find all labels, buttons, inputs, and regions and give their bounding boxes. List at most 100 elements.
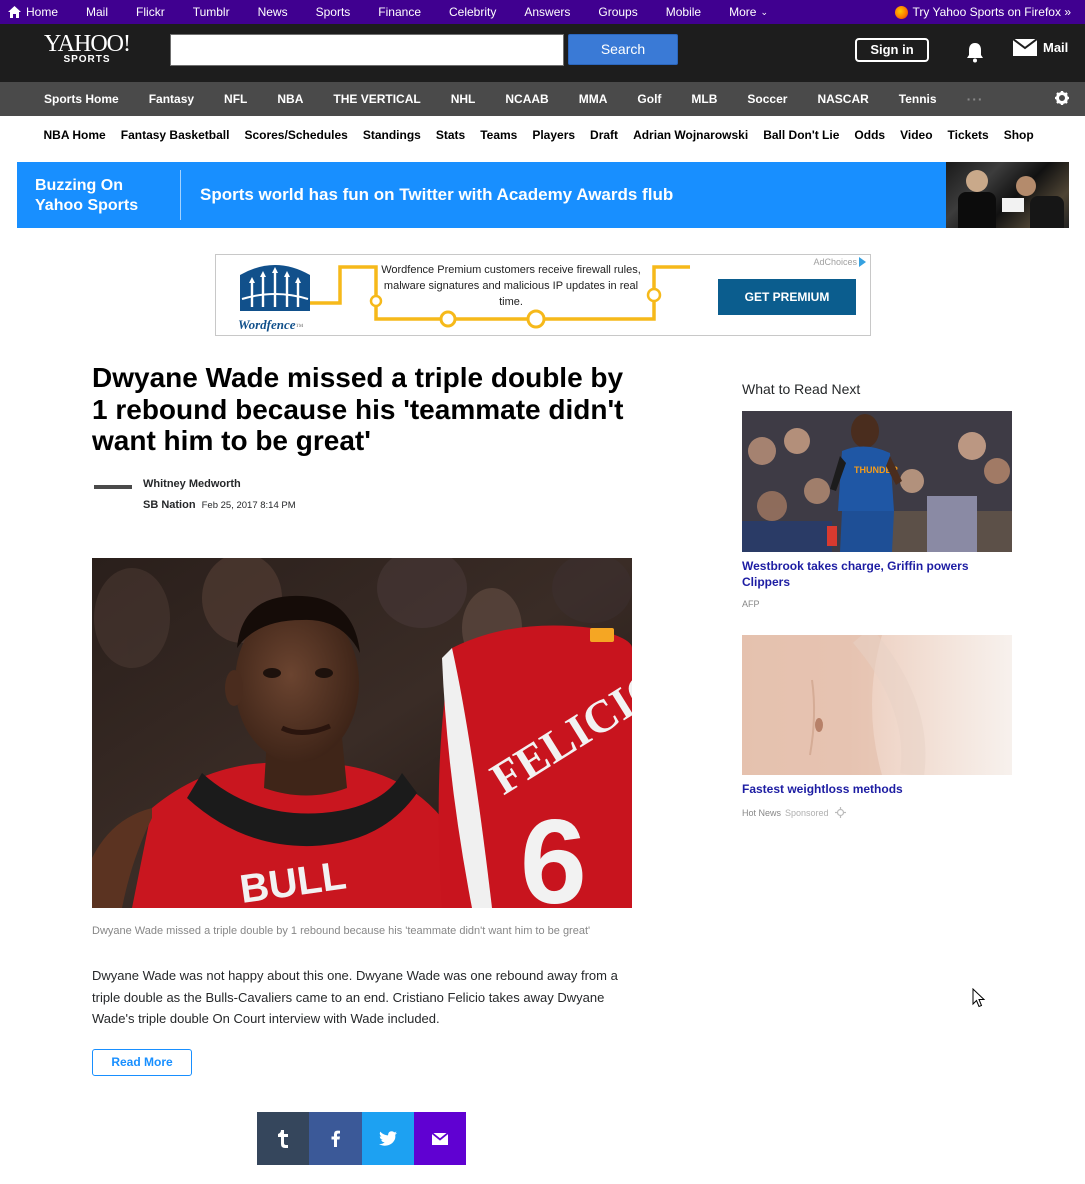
subnav-scores-schedules[interactable]: Scores/Schedules: [237, 128, 355, 142]
author-name[interactable]: Whitney Medworth: [143, 478, 241, 490]
nav-nfl[interactable]: NFL: [209, 92, 262, 106]
subnav-ball-dont-lie[interactable]: Ball Don't Lie: [756, 128, 847, 142]
topbar-celebrity-link[interactable]: Celebrity: [435, 5, 510, 19]
topbar-home-link[interactable]: Home: [0, 5, 72, 19]
nba-sub-nav: NBA Home Fantasy Basketball Scores/Sched…: [0, 116, 1085, 154]
share-facebook-button[interactable]: [309, 1112, 362, 1165]
buzzing-headline[interactable]: Sports world has fun on Twitter with Aca…: [200, 185, 673, 205]
subnav-odds[interactable]: Odds: [847, 128, 893, 142]
mail-link[interactable]: Mail: [1013, 39, 1068, 56]
topbar-mail-link[interactable]: Mail: [72, 5, 122, 19]
nav-mma[interactable]: MMA: [564, 92, 623, 106]
buzzing-label-line2: Yahoo Sports: [35, 197, 139, 214]
topbar-more-menu[interactable]: More ⌄: [715, 5, 782, 19]
adchoices-label: AdChoices: [813, 257, 857, 267]
wordfence-ad[interactable]: AdChoices Wordfence™ Wordfence Premium c…: [215, 254, 871, 336]
share-twitter-button[interactable]: [362, 1112, 414, 1165]
nav-nba[interactable]: NBA: [262, 92, 318, 106]
subnav-players[interactable]: Players: [525, 128, 583, 142]
share-email-button[interactable]: [414, 1112, 466, 1165]
gear-icon[interactable]: [1055, 91, 1069, 105]
article-title: Dwyane Wade missed a triple double by 1 …: [92, 362, 624, 456]
sign-in-button[interactable]: Sign in: [855, 38, 929, 62]
weightloss-thumbnail[interactable]: [742, 635, 1012, 775]
nav-more-dots[interactable]: ···: [952, 91, 999, 107]
topbar-tumblr-link[interactable]: Tumblr: [179, 5, 244, 19]
bell-icon[interactable]: [964, 41, 986, 63]
home-icon: [8, 6, 21, 18]
subnav-stats[interactable]: Stats: [428, 128, 472, 142]
jersey-number: 6: [520, 795, 587, 908]
nav-fantasy[interactable]: Fantasy: [134, 92, 209, 106]
nav-sports-home[interactable]: Sports Home: [29, 92, 134, 106]
nav-ncaab[interactable]: NCAAB: [490, 92, 563, 106]
buzzing-label-line1: Buzzing On: [35, 177, 123, 194]
firefox-icon: [895, 5, 909, 19]
wordfence-logo-icon: [240, 265, 310, 311]
topbar-mobile-link[interactable]: Mobile: [652, 5, 715, 19]
nav-the-vertical[interactable]: THE VERTICAL: [318, 92, 435, 106]
site-header: YAHOO! SPORTS Search Sign in Mail: [0, 24, 1085, 82]
thumb-figure: [958, 192, 996, 228]
sb-nation-logo: [94, 485, 132, 489]
sports-nav: Sports Home Fantasy NFL NBA THE VERTICAL…: [0, 82, 1085, 116]
nav-golf[interactable]: Golf: [622, 92, 676, 106]
tumblr-icon: [278, 1129, 288, 1148]
topbar-news-link[interactable]: News: [244, 5, 302, 19]
chevron-down-icon: ⌄: [760, 6, 768, 17]
topbar-answers-link[interactable]: Answers: [510, 5, 584, 19]
thumb-figure: [1030, 196, 1064, 228]
subnav-teams[interactable]: Teams: [473, 128, 525, 142]
buzzing-banner[interactable]: Buzzing On Yahoo Sports Sports world has…: [17, 162, 1069, 228]
share-tumblr-button[interactable]: [257, 1112, 309, 1165]
subnav-video[interactable]: Video: [893, 128, 940, 142]
nav-soccer[interactable]: Soccer: [732, 92, 802, 106]
topbar-groups-link[interactable]: Groups: [584, 5, 651, 19]
thumb-envelope: [1002, 198, 1024, 212]
nav-mlb[interactable]: MLB: [676, 92, 732, 106]
sponsored-label: Sponsored: [785, 807, 829, 818]
nav-tennis[interactable]: Tennis: [884, 92, 952, 106]
topbar-flickr-link[interactable]: Flickr: [122, 5, 179, 19]
weightloss-photo: [742, 635, 926, 775]
sponsored-info-icon[interactable]: [834, 807, 846, 818]
westbrook-photo: THUNDER: [742, 411, 1012, 552]
wordfence-brand: Wordfence: [238, 317, 296, 332]
read-more-button[interactable]: Read More: [92, 1049, 192, 1076]
weightloss-article-source: Hot News: [742, 807, 782, 818]
article-byline: SB Nation Feb 25, 2017 8:14 PM: [143, 499, 296, 511]
weightloss-article-link[interactable]: Fastest weightloss methods: [742, 782, 903, 796]
subnav-tickets[interactable]: Tickets: [940, 128, 996, 142]
westbrook-article-link[interactable]: Westbrook takes charge, Griffin powers C…: [742, 558, 1002, 590]
subnav-adrian-wojnarowski[interactable]: Adrian Wojnarowski: [626, 128, 756, 142]
thumb-figure: [1016, 176, 1036, 196]
get-premium-button[interactable]: GET PREMIUM: [718, 279, 856, 315]
adchoices-link[interactable]: AdChoices: [813, 257, 866, 267]
ad-copy: Wordfence Premium customers receive fire…: [381, 264, 641, 308]
twitter-icon: [379, 1131, 397, 1146]
nav-nascar[interactable]: NASCAR: [802, 92, 883, 106]
top-utility-bar: Home Mail Flickr Tumblr News Sports Fina…: [0, 0, 1085, 24]
subnav-shop[interactable]: Shop: [996, 128, 1041, 142]
nav-nhl[interactable]: NHL: [436, 92, 491, 106]
subnav-standings[interactable]: Standings: [355, 128, 428, 142]
westbrook-article-source: AFP: [742, 599, 760, 609]
article-body: Dwyane Wade was not happy about this one…: [92, 968, 618, 1026]
logo-wordmark: YAHOO!: [44, 31, 131, 57]
search-input[interactable]: [170, 34, 564, 66]
topbar-finance-link[interactable]: Finance: [364, 5, 435, 19]
subnav-fantasy-basketball[interactable]: Fantasy Basketball: [113, 128, 237, 142]
envelope-icon: [1013, 39, 1037, 56]
topbar-sports-link[interactable]: Sports: [302, 5, 365, 19]
article-source: SB Nation: [143, 499, 196, 511]
subnav-draft[interactable]: Draft: [583, 128, 626, 142]
thumb-figure: [966, 170, 988, 192]
westbrook-thumbnail[interactable]: THUNDER: [742, 411, 1012, 552]
search-button[interactable]: Search: [568, 34, 678, 65]
yahoo-sports-logo[interactable]: YAHOO! SPORTS: [42, 32, 132, 66]
buzzing-thumbnail[interactable]: [946, 162, 1069, 228]
mouse-cursor-icon: [972, 988, 986, 1008]
firefox-promo-link[interactable]: Try Yahoo Sports on Firefox »: [895, 0, 1071, 24]
wade-felicio-photo: BULL FELICIO 6: [92, 558, 632, 908]
subnav-nba-home[interactable]: NBA Home: [36, 128, 113, 142]
